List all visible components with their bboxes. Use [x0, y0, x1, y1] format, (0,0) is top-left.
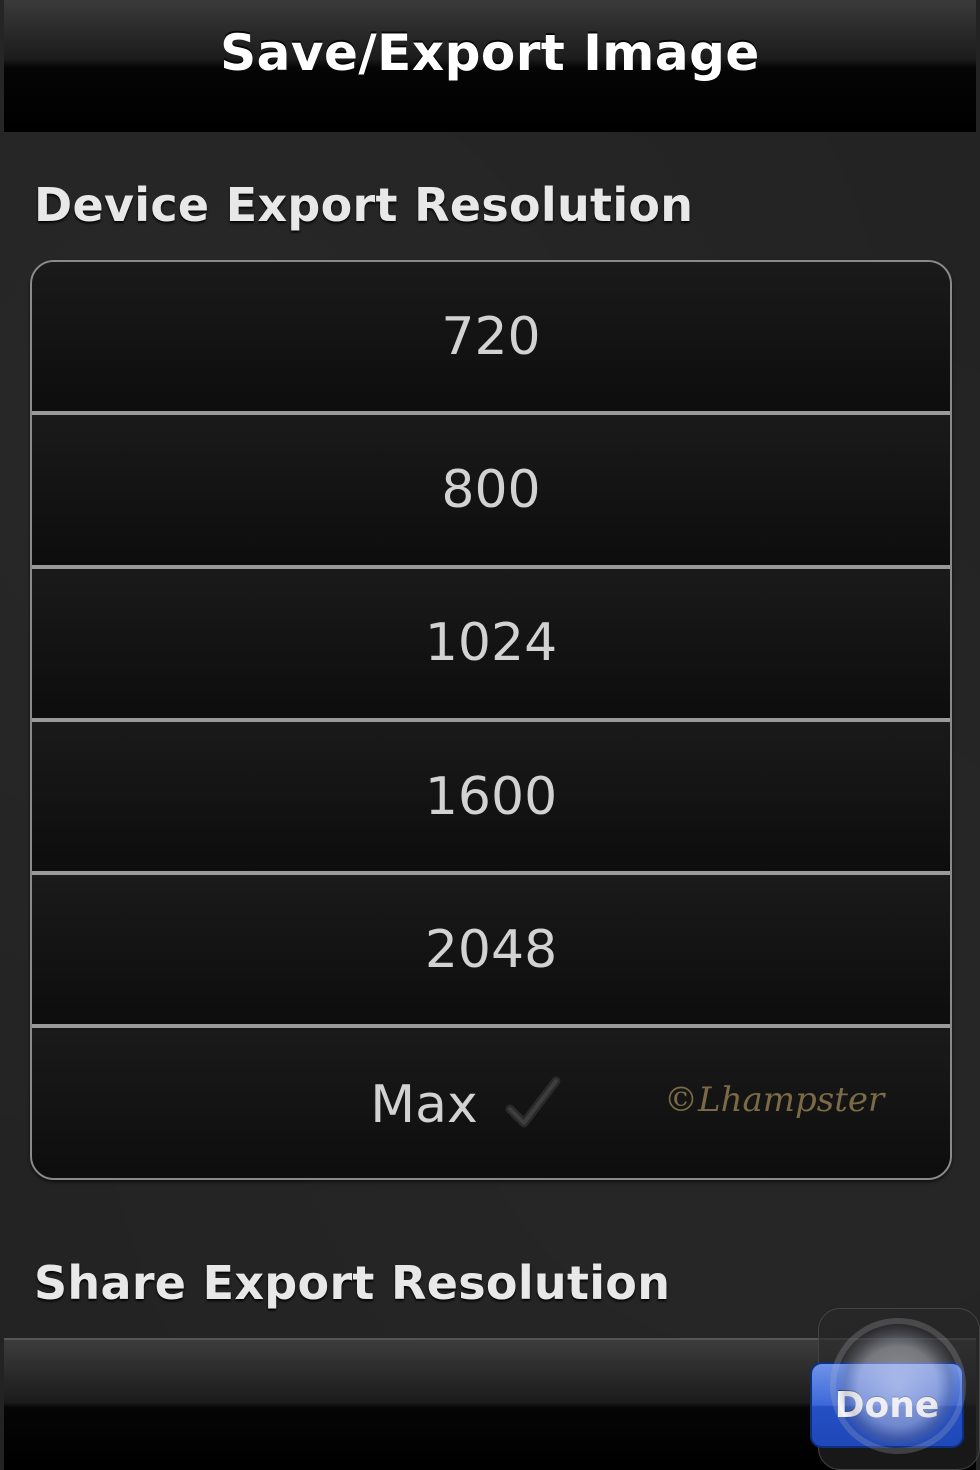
resolution-option-1024[interactable]: 1024	[32, 568, 950, 722]
resolution-option-label: 1024	[424, 613, 558, 674]
resolution-option-label: Max	[370, 1075, 478, 1136]
resolution-option-1600[interactable]: 1600	[32, 721, 950, 876]
checkmark-icon	[505, 1076, 561, 1128]
page-title: Save/Export Image	[220, 24, 760, 82]
device-resolution-list: 720 800 1024 1600 2048 Max ©Lhampster	[30, 260, 952, 1180]
resolution-option-720[interactable]: 720	[32, 262, 950, 416]
navigation-bar: Save/Export Image	[4, 0, 976, 132]
resolution-option-label: 800	[441, 459, 541, 520]
device-export-resolution-header: Device Export Resolution	[34, 178, 694, 232]
resolution-option-800[interactable]: 800	[32, 415, 950, 569]
share-export-resolution-header: Share Export Resolution	[34, 1256, 671, 1310]
resolution-option-label: 720	[441, 306, 541, 367]
watermark: ©Lhampster	[664, 1080, 885, 1121]
resolution-option-2048[interactable]: 2048	[32, 875, 950, 1029]
resolution-option-max[interactable]: Max ©Lhampster	[32, 1028, 950, 1178]
resolution-option-label: 2048	[424, 919, 558, 980]
resolution-option-label: 1600	[424, 766, 558, 827]
done-button[interactable]: Done	[810, 1362, 964, 1448]
